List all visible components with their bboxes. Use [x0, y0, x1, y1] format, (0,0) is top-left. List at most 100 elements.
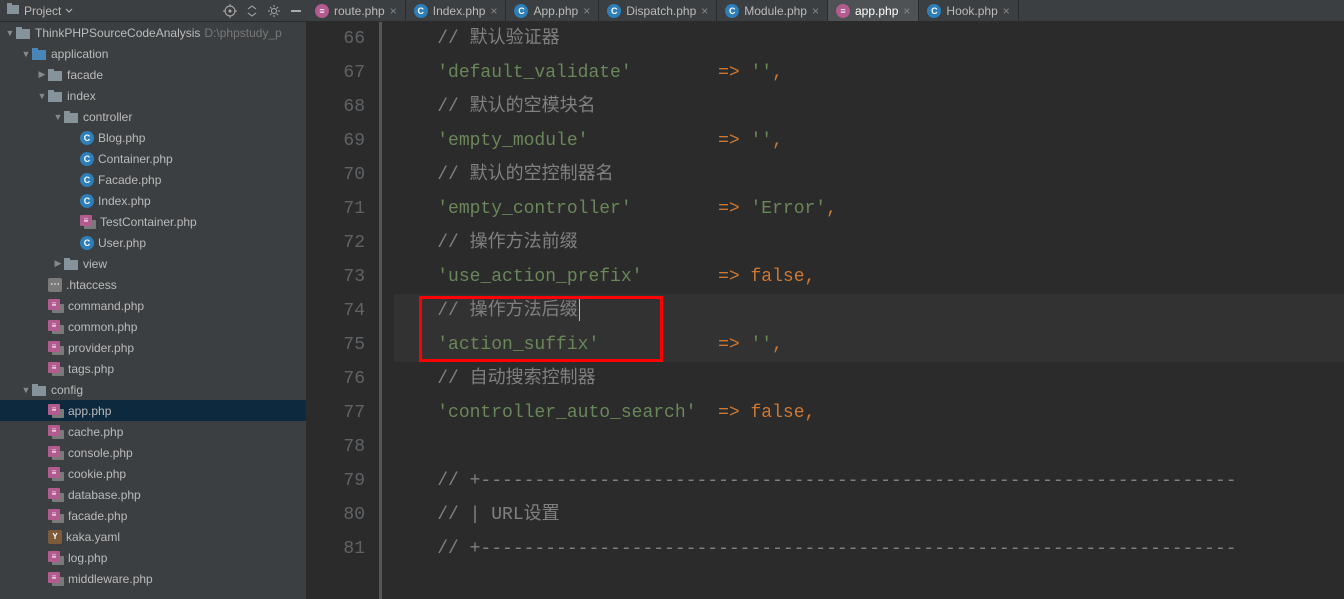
file-app.php[interactable]: ≡app.php — [0, 400, 306, 421]
file-Container.php[interactable]: CContainer.php — [0, 148, 306, 169]
folder-view[interactable]: ▶view — [0, 253, 306, 274]
project-root[interactable]: ▼ThinkPHPSourceCodeAnalysisD:\phpstudy_p — [0, 22, 306, 43]
expand-arrow-icon[interactable]: ▼ — [36, 91, 48, 101]
code-editor[interactable]: 66676869707172737475767778798081 // 默认验证… — [307, 22, 1344, 599]
file-cache.php[interactable]: ≡cache.php — [0, 421, 306, 442]
php-file-icon: ≡ — [315, 4, 329, 18]
close-icon[interactable]: × — [583, 4, 590, 18]
expand-arrow-icon[interactable]: ▶ — [36, 69, 48, 80]
line-gutter: 66676869707172737475767778798081 — [307, 22, 382, 599]
code-line[interactable] — [394, 430, 1344, 464]
code-line[interactable]: 'default_validate' => '', — [394, 56, 1344, 90]
tab-Index-php[interactable]: CIndex.php× — [406, 0, 507, 21]
folder-config[interactable]: ▼ config — [0, 379, 306, 400]
file-User.php[interactable]: CUser.php — [0, 232, 306, 253]
file-provider.php[interactable]: ≡provider.php — [0, 337, 306, 358]
expand-arrow-icon[interactable]: ▼ — [4, 28, 16, 38]
close-icon[interactable]: × — [812, 4, 819, 18]
project-tool-icon — [6, 2, 20, 19]
code-line[interactable]: // 默认验证器 — [394, 22, 1344, 56]
file-Facade.php[interactable]: CFacade.php — [0, 169, 306, 190]
file-Blog.php[interactable]: C Blog.php — [0, 127, 306, 148]
folder-facade[interactable]: ▶facade — [0, 64, 306, 85]
dotfile-icon: ⋯ — [48, 278, 62, 292]
close-icon[interactable]: × — [701, 4, 708, 18]
file-common.php[interactable]: ≡common.php — [0, 316, 306, 337]
php-file-icon: ≡ — [48, 299, 64, 313]
folder-controller[interactable]: ▼ controller — [0, 106, 306, 127]
code-line[interactable]: // 自动搜索控制器 — [394, 362, 1344, 396]
close-icon[interactable]: × — [490, 4, 497, 18]
folder-icon — [64, 258, 78, 270]
code-line[interactable]: 'controller_auto_search' => false, — [394, 396, 1344, 430]
project-toolbar: Project — [0, 0, 307, 22]
file-database.php[interactable]: ≡database.php — [0, 484, 306, 505]
file-middleware.php[interactable]: ≡middleware.php — [0, 568, 306, 589]
project-tree[interactable]: ▼ThinkPHPSourceCodeAnalysisD:\phpstudy_p… — [0, 22, 307, 599]
php-class-icon: C — [80, 131, 94, 145]
code-line[interactable]: 'action_suffix' => '', — [394, 328, 1344, 362]
folder-application[interactable]: ▼application — [0, 43, 306, 64]
tree-label: app.php — [68, 404, 111, 418]
code-area[interactable]: // 默认验证器 'default_validate' => '', // 默认… — [382, 22, 1344, 599]
project-dropdown[interactable]: Project — [24, 4, 73, 18]
code-line[interactable]: 'use_action_prefix' => false, — [394, 260, 1344, 294]
php-file-icon: ≡ — [48, 467, 64, 481]
php-file-icon: ≡ — [48, 551, 64, 565]
tab-Module-php[interactable]: CModule.php× — [717, 0, 828, 21]
php-file-icon: ≡ — [48, 320, 64, 334]
code-line[interactable]: 'empty_controller' => 'Error', — [394, 192, 1344, 226]
code-line[interactable]: 'empty_module' => '', — [394, 124, 1344, 158]
file-tags.php[interactable]: ≡tags.php — [0, 358, 306, 379]
tree-label: index — [67, 89, 96, 103]
close-icon[interactable]: × — [903, 4, 910, 18]
collapse-all-button[interactable] — [241, 0, 263, 22]
expand-arrow-icon[interactable]: ▶ — [52, 258, 64, 269]
code-line[interactable]: // 默认的空控制器名 — [394, 158, 1344, 192]
tab-label: Index.php — [433, 4, 486, 18]
settings-button[interactable] — [263, 0, 285, 22]
path-hint: D:\phpstudy_p — [204, 26, 281, 40]
tree-label: controller — [83, 110, 132, 124]
close-icon[interactable]: × — [390, 4, 397, 18]
expand-arrow-icon[interactable]: ▼ — [20, 385, 32, 395]
editor-tabs: ≡route.php×CIndex.php×CApp.php×CDispatch… — [307, 0, 1344, 22]
expand-arrow-icon[interactable]: ▼ — [52, 112, 64, 122]
tab-App-php[interactable]: CApp.php× — [506, 0, 599, 21]
tree-label: Blog.php — [98, 131, 145, 145]
tab-route-php[interactable]: ≡route.php× — [307, 0, 406, 21]
tab-Hook-php[interactable]: CHook.php× — [919, 0, 1018, 21]
close-icon[interactable]: × — [1003, 4, 1010, 18]
hide-panel-button[interactable] — [285, 0, 307, 22]
php-class-icon: C — [80, 152, 94, 166]
code-line[interactable]: // 默认的空模块名 — [394, 90, 1344, 124]
file-TestContainer.php[interactable]: ≡TestContainer.php — [0, 211, 306, 232]
code-line[interactable]: // +------------------------------------… — [394, 464, 1344, 498]
file-command.php[interactable]: ≡command.php — [0, 295, 306, 316]
locate-file-button[interactable] — [219, 0, 241, 22]
tree-label: facade.php — [68, 509, 127, 523]
code-line[interactable]: // 操作方法后缀 — [394, 294, 1344, 328]
file-kaka.yaml[interactable]: Ykaka.yaml — [0, 526, 306, 547]
folder-index[interactable]: ▼ index — [0, 85, 306, 106]
expand-arrow-icon[interactable]: ▼ — [20, 49, 32, 59]
code-line[interactable]: // 操作方法前缀 — [394, 226, 1344, 260]
tab-Dispatch-php[interactable]: CDispatch.php× — [599, 0, 717, 21]
php-class-icon: C — [80, 194, 94, 208]
file-facade.php[interactable]: ≡facade.php — [0, 505, 306, 526]
tree-label: config — [51, 383, 83, 397]
file-Index.php[interactable]: CIndex.php — [0, 190, 306, 211]
php-file-icon: ≡ — [48, 425, 64, 439]
file-console.php[interactable]: ≡console.php — [0, 442, 306, 463]
folder-icon — [32, 384, 46, 396]
code-line[interactable]: // | URL设置 — [394, 498, 1344, 532]
file-log.php[interactable]: ≡log.php — [0, 547, 306, 568]
file-.htaccess[interactable]: ⋯.htaccess — [0, 274, 306, 295]
code-line[interactable]: // +------------------------------------… — [394, 532, 1344, 566]
tree-label: database.php — [68, 488, 141, 502]
project-label-text: Project — [24, 4, 61, 18]
php-class-icon: C — [80, 236, 94, 250]
tree-label: middleware.php — [68, 572, 153, 586]
file-cookie.php[interactable]: ≡cookie.php — [0, 463, 306, 484]
tab-app-php[interactable]: ≡app.php× — [828, 0, 919, 21]
